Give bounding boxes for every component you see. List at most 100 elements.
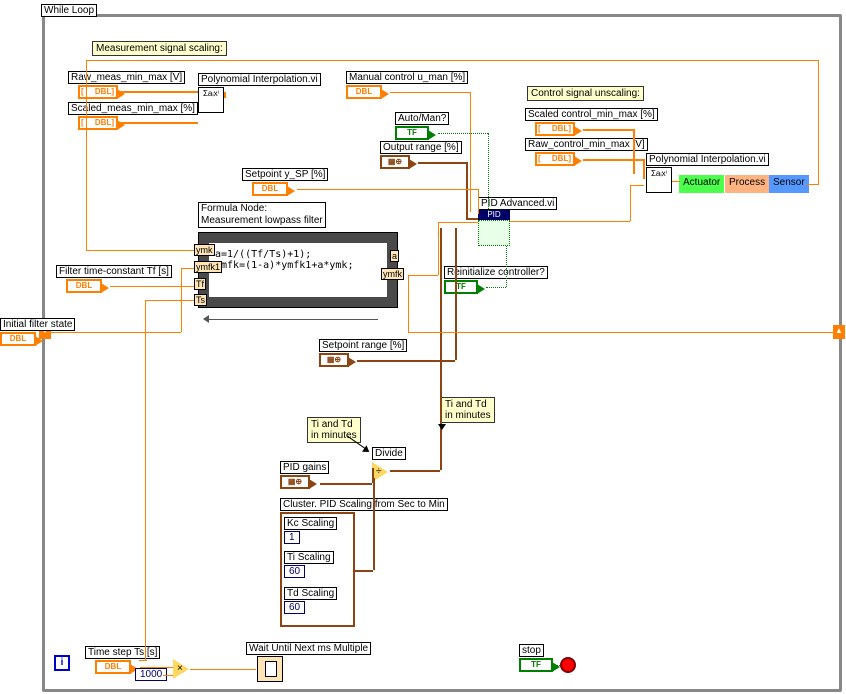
- wire: [554, 665, 560, 666]
- setpoint-label: Setpoint y_SP [%]: [242, 168, 328, 181]
- init-filter-control[interactable]: [0, 332, 36, 346]
- process-block: Process: [725, 175, 769, 193]
- auto-man-control[interactable]: [395, 126, 429, 140]
- cluster-constant: Kc Scaling 1 Ti Scaling 60 Td Scaling 60: [280, 512, 355, 627]
- term-ts: Ts: [194, 294, 207, 306]
- wire: [181, 268, 194, 269]
- pid-gains-label: PID gains: [280, 461, 329, 474]
- wire: [51, 332, 181, 333]
- wire: [145, 300, 146, 660]
- fb-arrow-line: [208, 319, 378, 320]
- reinit-control[interactable]: [444, 280, 478, 294]
- iteration-terminal: i: [54, 655, 70, 671]
- wire: [118, 122, 198, 124]
- clust-glyph: ▦⊕: [388, 157, 402, 166]
- sigma-icon: Σaᵢxⁱ: [203, 89, 219, 98]
- scaled-meas-label: Scaled_meas_min_max [%]: [68, 102, 198, 115]
- setpoint-control[interactable]: [252, 182, 288, 196]
- td-label: Td Scaling: [284, 587, 337, 600]
- wire: [438, 222, 439, 275]
- sigma-icon2: Σaᵢxⁱ: [651, 169, 667, 178]
- wire: [38, 338, 44, 339]
- wire: [470, 92, 471, 212]
- term-tf: Tf: [194, 278, 206, 290]
- sp-range-label: Setpoint range [%]: [319, 339, 407, 352]
- formula-line1: a=1/((Tf/Ts)+1);: [215, 249, 381, 260]
- poly-vi2-icon: Σaᵢxⁱ: [646, 167, 672, 193]
- scaled-meas-control[interactable]: [78, 116, 118, 130]
- wire: [583, 129, 633, 131]
- meas-scaling-label: Measurement signal scaling:: [92, 41, 227, 56]
- wire: [163, 675, 173, 676]
- term-a: a: [390, 250, 399, 262]
- wire: [373, 478, 375, 570]
- scaled-ctl-control[interactable]: [535, 122, 575, 136]
- wire: [408, 275, 438, 276]
- divide-label: Divide: [372, 447, 406, 460]
- scaled-ctl-label: Scaled control_min_max [%]: [525, 108, 658, 121]
- wire: [806, 184, 818, 185]
- time-step-label: Time step Ts [s]: [85, 646, 160, 659]
- stop-control[interactable]: [519, 658, 553, 672]
- wait-icon: [257, 656, 283, 682]
- wire: [466, 162, 468, 218]
- wire: [440, 228, 442, 470]
- actuator-block: Actuator: [679, 175, 724, 193]
- wire: [390, 470, 440, 472]
- td-value[interactable]: 60: [284, 601, 305, 614]
- filter-tf-control[interactable]: [66, 279, 102, 293]
- wire: [630, 185, 631, 221]
- wire: [486, 287, 506, 288]
- raw-ctl-control[interactable]: [535, 152, 575, 166]
- wire: [488, 133, 489, 211]
- wire: [510, 221, 630, 222]
- wire: [145, 300, 194, 301]
- init-filter-label: Initial filter state: [0, 318, 75, 331]
- wire: [390, 92, 470, 93]
- formula-title2: Measurement lowpass filter: [201, 215, 323, 227]
- wire: [438, 133, 488, 134]
- wire: [118, 91, 198, 93]
- wire: [86, 60, 818, 61]
- sp-range-control[interactable]: ▦⊕: [319, 353, 349, 367]
- shift-register-right: [833, 325, 845, 339]
- formula-title1: Formula Node:: [201, 203, 323, 215]
- wire: [633, 129, 635, 174]
- wait-label: Wait Until Next ms Multiple: [246, 642, 371, 655]
- kc-value[interactable]: 1: [284, 531, 300, 544]
- sensor-block: Sensor: [769, 175, 809, 193]
- wire: [190, 669, 256, 670]
- wire: [408, 275, 409, 332]
- pid-gains-control[interactable]: ▦⊕: [280, 475, 310, 489]
- ti-value[interactable]: 60: [284, 565, 305, 578]
- pid-vi-label: PID Advanced.vi: [478, 197, 557, 210]
- raw-meas-control[interactable]: [78, 85, 118, 99]
- formula-line2: ymfk=(1-a)*ymfk1+a*ymk;: [215, 260, 381, 271]
- man-ctl-label: Manual control u_man [%]: [346, 71, 468, 84]
- out-range-label: Output range [%]: [380, 141, 462, 154]
- term-ymk: ymk: [194, 244, 215, 256]
- wire: [455, 228, 457, 360]
- wire: [818, 60, 819, 185]
- wire: [466, 218, 478, 220]
- while-loop-label: While Loop: [41, 4, 97, 17]
- pid-icon-top: PID: [478, 210, 510, 220]
- wire: [86, 60, 87, 250]
- wire: [297, 189, 478, 190]
- raw-ctl-label: Raw_control_min_max [V]: [525, 138, 648, 151]
- term-ymfk: ymfk: [381, 268, 404, 280]
- wire: [630, 185, 644, 186]
- cluster-title: Cluster. PID Scaling from Sec to Min: [280, 498, 448, 511]
- stop-label: stop: [519, 644, 544, 657]
- wire: [408, 332, 833, 333]
- poly-vi1-icon: Σaᵢxⁱ: [198, 87, 224, 113]
- out-range-control[interactable]: ▦⊕: [380, 155, 410, 169]
- pid-icon-body: [478, 220, 510, 246]
- fb-arrow-head: [203, 315, 209, 323]
- clust-glyph3: ▦⊕: [288, 477, 302, 486]
- time-step-control[interactable]: [95, 660, 131, 674]
- kc-label: Kc Scaling: [284, 517, 337, 530]
- poly-vi1-label: Polynomial Interpolation.vi: [198, 73, 321, 86]
- man-ctl-control[interactable]: [346, 85, 382, 99]
- wire: [583, 159, 643, 161]
